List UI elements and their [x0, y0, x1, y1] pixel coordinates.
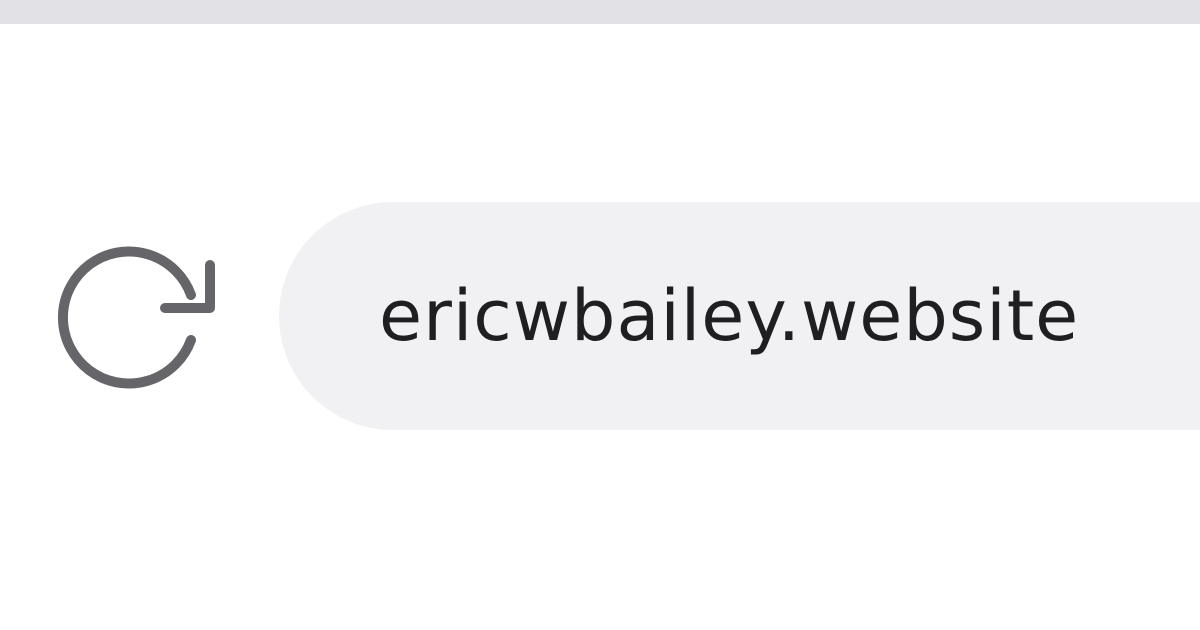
- browser-top-strip: [0, 0, 1200, 24]
- reload-icon: [45, 241, 215, 391]
- address-bar[interactable]: ericwbailey.website: [279, 202, 1200, 430]
- reload-button[interactable]: [38, 231, 222, 401]
- address-url-text: ericwbailey.website: [379, 275, 1080, 357]
